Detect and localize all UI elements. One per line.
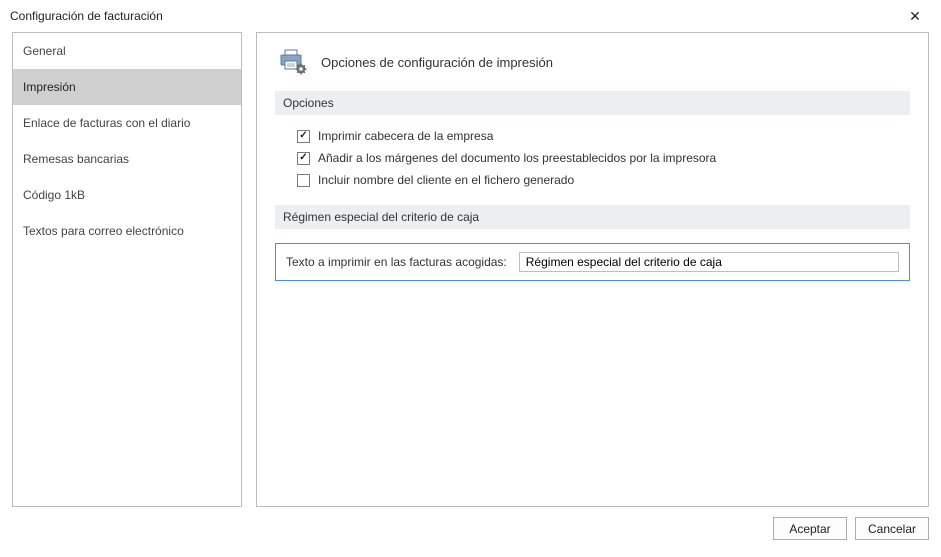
section-head-options: Opciones [275, 91, 910, 115]
checkbox-anadir-margenes[interactable] [297, 152, 310, 165]
title-bar: Configuración de facturación ✕ [0, 0, 941, 32]
dialog-footer: Aceptar Cancelar [12, 517, 929, 540]
cancel-button[interactable]: Cancelar [855, 517, 929, 540]
checkbox-label: Añadir a los márgenes del documento los … [318, 151, 716, 165]
regimen-input[interactable] [519, 252, 899, 272]
nav-item-textos-correo[interactable]: Textos para correo electrónico [13, 213, 241, 249]
check-row-anadir-margenes: Añadir a los márgenes del documento los … [297, 151, 910, 165]
nav-item-general[interactable]: General [13, 33, 241, 69]
checkbox-label: Imprimir cabecera de la empresa [318, 129, 493, 143]
nav-item-label: Remesas bancarias [23, 152, 129, 166]
nav-item-codigo-1kb[interactable]: Código 1kB [13, 177, 241, 213]
page-title: Opciones de configuración de impresión [321, 55, 553, 70]
nav-item-label: Impresión [23, 80, 76, 94]
nav-item-label: Enlace de facturas con el diario [23, 116, 190, 130]
nav-item-enlace-facturas[interactable]: Enlace de facturas con el diario [13, 105, 241, 141]
nav-item-label: Textos para correo electrónico [23, 224, 184, 238]
checkbox-label: Incluir nombre del cliente en el fichero… [318, 173, 574, 187]
checkbox-incluir-nombre[interactable] [297, 174, 310, 187]
check-row-imprimir-cabecera: Imprimir cabecera de la empresa [297, 129, 910, 143]
button-label: Aceptar [789, 522, 830, 536]
nav-item-remesas[interactable]: Remesas bancarias [13, 141, 241, 177]
nav-item-label: Código 1kB [23, 188, 85, 202]
regimen-label: Texto a imprimir en las facturas acogida… [286, 255, 507, 269]
nav-item-label: General [23, 44, 66, 58]
page-header: Opciones de configuración de impresión [279, 49, 910, 75]
window-title: Configuración de facturación [10, 9, 163, 23]
check-row-incluir-nombre: Incluir nombre del cliente en el fichero… [297, 173, 910, 187]
nav-panel: General Impresión Enlace de facturas con… [12, 32, 242, 507]
close-button[interactable]: ✕ [895, 2, 935, 30]
content-panel: Opciones de configuración de impresión O… [256, 32, 929, 507]
printer-settings-icon [279, 49, 307, 75]
checkbox-imprimir-cabecera[interactable] [297, 130, 310, 143]
regimen-box: Texto a imprimir en las facturas acogida… [275, 243, 910, 281]
options-group: Imprimir cabecera de la empresa Añadir a… [275, 129, 910, 187]
close-icon: ✕ [909, 8, 921, 25]
nav-item-impresion[interactable]: Impresión [13, 69, 241, 105]
dialog-body: General Impresión Enlace de facturas con… [0, 32, 941, 550]
section-head-regimen: Régimen especial del criterio de caja [275, 205, 910, 229]
accept-button[interactable]: Aceptar [773, 517, 847, 540]
button-label: Cancelar [868, 522, 916, 536]
